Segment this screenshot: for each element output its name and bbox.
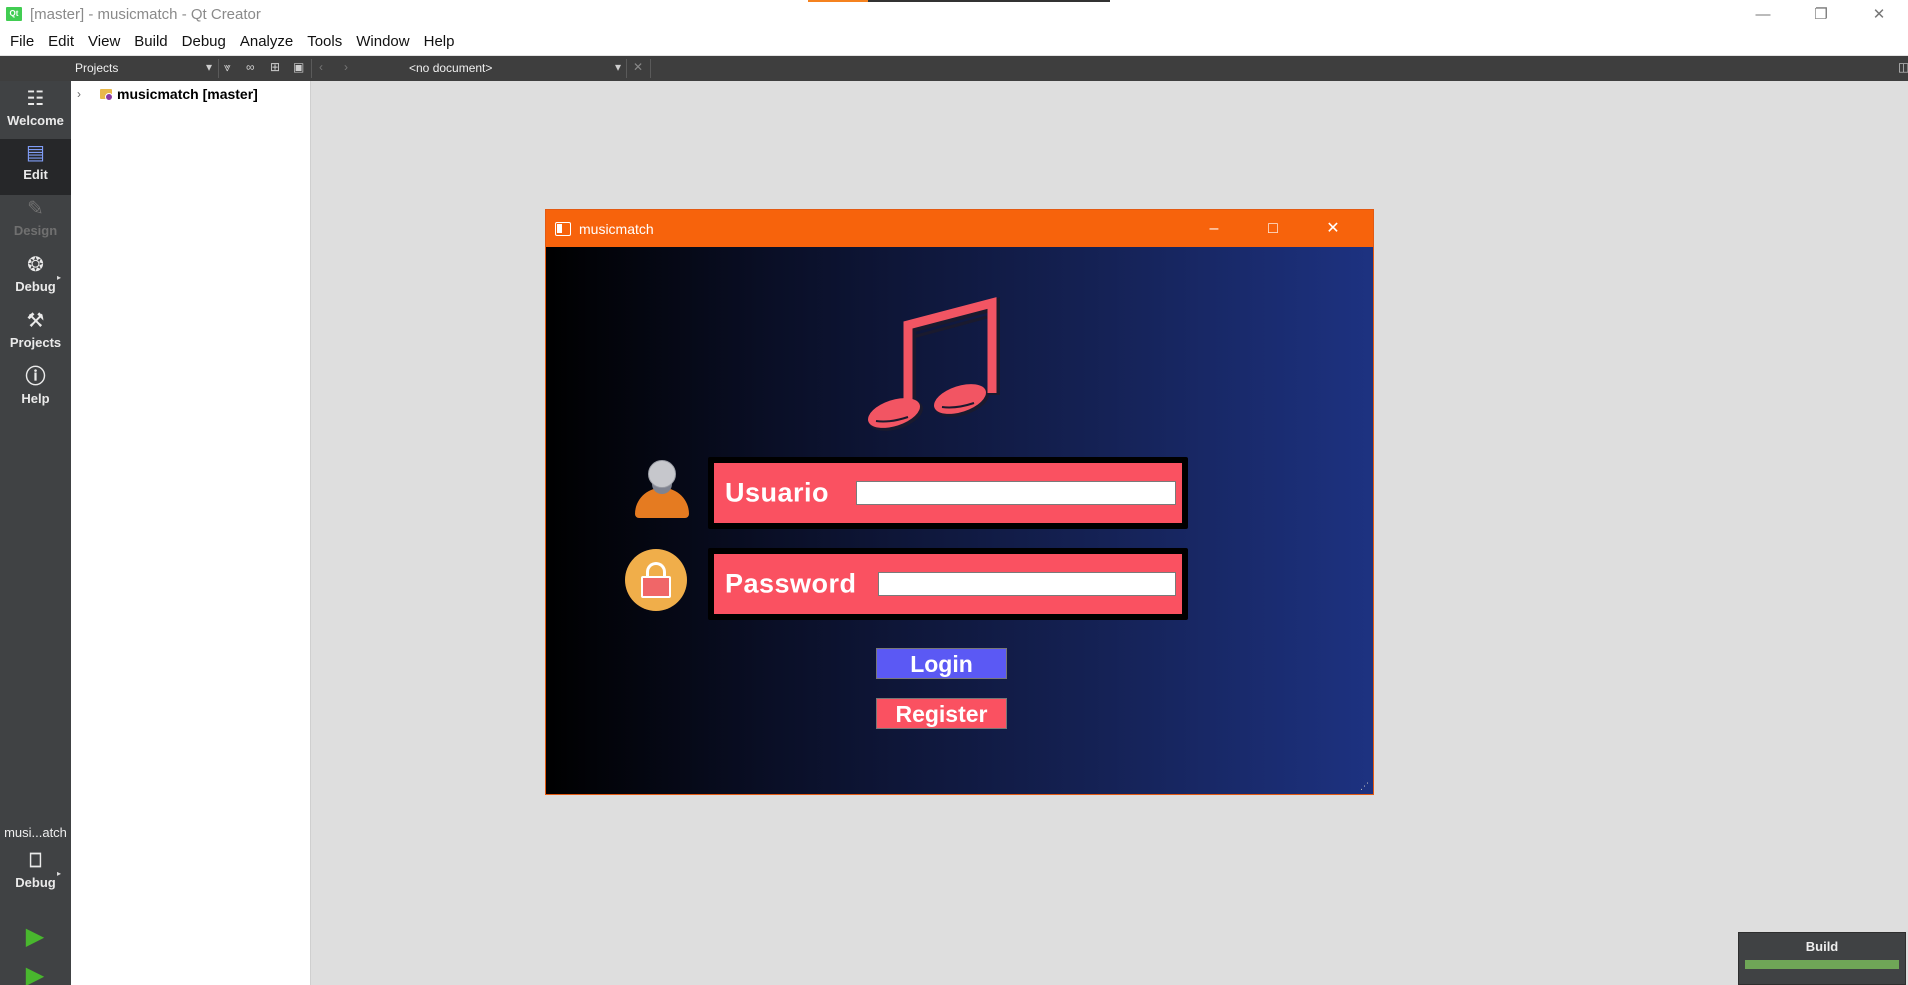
mode-arrow-icon: ▸	[56, 869, 61, 878]
titlebar-accent	[808, 0, 868, 2]
link-icon[interactable]: ∞	[246, 60, 255, 74]
lock-icon	[625, 549, 687, 611]
chevron-right-icon[interactable]: ›	[77, 87, 89, 101]
titlebar-accent-dark	[868, 0, 1110, 2]
menu-debug[interactable]: Debug	[176, 33, 232, 50]
pencil-icon: ✎	[27, 198, 44, 220]
username-label: Usuario	[725, 477, 830, 508]
app-minimize-icon[interactable]: –	[1184, 210, 1244, 247]
mode-edit[interactable]: ▤ Edit	[0, 139, 71, 195]
toolbar-separator	[650, 59, 651, 78]
grid-icon: ☷	[26, 88, 45, 110]
edit-document-icon: ▤	[26, 142, 45, 164]
music-note-icon	[868, 297, 1000, 431]
menu-tools[interactable]: Tools	[301, 33, 348, 50]
app-titlebar[interactable]: musicmatch – □ ✕	[546, 210, 1373, 247]
toolbar-separator	[311, 59, 312, 78]
mode-label: Design	[13, 223, 58, 238]
mode-help[interactable]: ⓘ Help	[0, 363, 71, 419]
app-maximize-icon[interactable]: □	[1243, 210, 1303, 247]
mode-design: ✎ Design	[0, 195, 71, 251]
restore-icon[interactable]: ❐	[1792, 0, 1850, 28]
wrench-icon: ⚒	[26, 310, 45, 332]
user-icon	[632, 460, 690, 522]
username-row: Usuario	[708, 457, 1188, 529]
mode-label: Debug	[15, 279, 56, 294]
kit-project-label: musi...atch	[4, 825, 67, 840]
login-button[interactable]: Login	[876, 648, 1007, 679]
mode-label: Edit	[23, 167, 48, 182]
close-document-icon[interactable]: ✕	[633, 60, 643, 74]
kit-selector[interactable]: ⎕ Debug ▸	[0, 847, 71, 903]
username-input[interactable]	[856, 481, 1176, 505]
menu-help[interactable]: Help	[418, 33, 461, 50]
project-name: musicmatch [master]	[117, 86, 258, 102]
register-button[interactable]: Register	[876, 698, 1007, 729]
back-arrow-icon[interactable]: ‹	[319, 60, 323, 74]
mode-arrow-icon: ▸	[56, 273, 61, 282]
minimize-icon[interactable]: ―	[1734, 0, 1792, 28]
tree-node-project[interactable]: › musicmatch [master]	[71, 84, 258, 104]
menu-analyze[interactable]: Analyze	[234, 33, 299, 50]
mode-label: Help	[21, 391, 50, 406]
window-controls: ― ❐ ✕	[1734, 0, 1908, 28]
menu-file[interactable]: File	[4, 33, 40, 50]
app-window[interactable]: musicmatch – □ ✕ Usuario Password Login …	[545, 209, 1374, 795]
app-window-icon	[555, 221, 571, 236]
app-title: musicmatch	[579, 220, 654, 237]
split-icon[interactable]: ⊞	[270, 60, 280, 74]
split-editor-icon[interactable]: ◫	[1898, 60, 1908, 74]
mode-label: Welcome	[7, 113, 64, 128]
menu-view[interactable]: View	[82, 33, 126, 50]
resize-grip-icon[interactable]: ⋰	[1360, 781, 1370, 791]
mode-welcome[interactable]: ☷ Welcome	[0, 85, 71, 141]
filter-icon[interactable]: ⩔	[224, 60, 231, 75]
menu-build[interactable]: Build	[128, 33, 173, 50]
close-pane-icon[interactable]: ▣	[293, 60, 304, 74]
build-progress-bar	[1745, 960, 1899, 969]
mode-projects[interactable]: ⚒ Projects	[0, 307, 71, 363]
dropdown-arrow-icon[interactable]: ▾	[615, 60, 621, 74]
window-titlebar: Qt [master] - musicmatch - Qt Creator ― …	[0, 0, 1908, 28]
mode-debug[interactable]: ❂ Debug ▸	[0, 251, 71, 307]
window-title: [master] - musicmatch - Qt Creator	[30, 5, 261, 23]
mode-selector: ☷ Welcome ▤ Edit ✎ Design ❂ Debug ▸ ⚒ Pr…	[0, 81, 71, 985]
password-row: Password	[708, 548, 1188, 620]
forward-arrow-icon[interactable]: ›	[344, 60, 348, 74]
login-panel: Usuario Password Login Register ⋰	[546, 247, 1373, 794]
menu-window[interactable]: Window	[350, 33, 415, 50]
menu-bar: File Edit View Build Debug Analyze Tools…	[0, 28, 1908, 56]
menu-edit[interactable]: Edit	[42, 33, 80, 50]
help-icon: ⓘ	[25, 366, 46, 388]
qt-creator-logo-icon: Qt	[6, 7, 22, 21]
app-close-icon[interactable]: ✕	[1303, 210, 1363, 247]
close-icon[interactable]: ✕	[1850, 0, 1908, 28]
dropdown-arrow-icon[interactable]: ▾	[206, 60, 212, 74]
toolbar-separator	[626, 59, 627, 78]
mode-label: Projects	[9, 335, 62, 350]
debug-run-icon[interactable]: ▶	[22, 963, 48, 985]
build-label: Build	[1805, 939, 1839, 954]
projects-view-selector[interactable]: Projects	[75, 61, 118, 75]
projects-pane: › musicmatch [master]	[71, 81, 311, 985]
editor-toolbar: Projects ▾ ⩔ ∞ ⊞ ▣ ‹ › <no document> ▾ ✕…	[0, 56, 1908, 81]
run-icon[interactable]: ▶	[22, 924, 48, 950]
open-documents-combo[interactable]: <no document>	[409, 61, 492, 75]
build-progress[interactable]: Build	[1738, 932, 1906, 985]
password-label: Password	[725, 568, 857, 599]
kit-build-config: Debug	[15, 875, 56, 890]
toolbar-separator	[218, 59, 219, 78]
password-input[interactable]	[878, 572, 1176, 596]
qt-project-icon	[99, 87, 113, 101]
